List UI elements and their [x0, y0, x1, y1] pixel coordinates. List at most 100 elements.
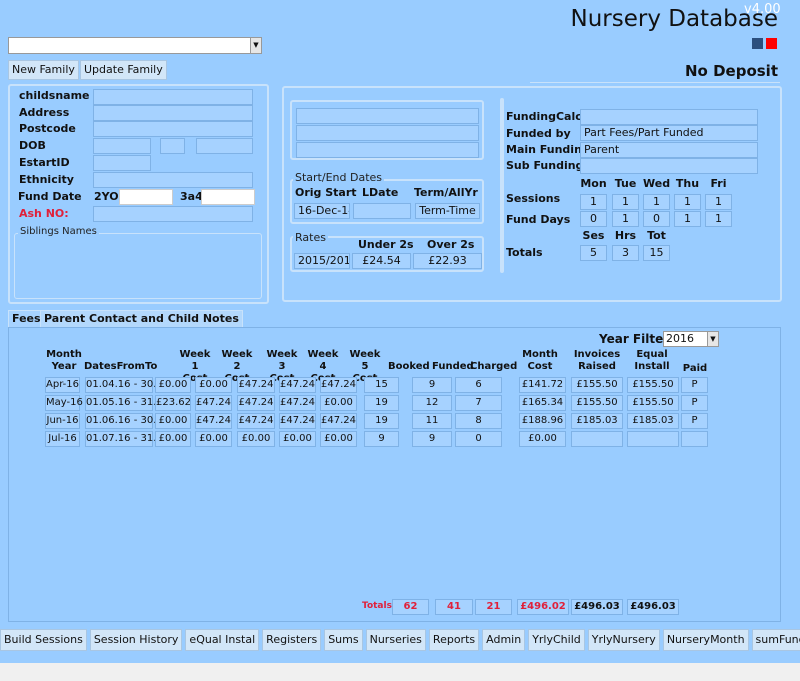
totals-hrs[interactable]: 3 — [612, 245, 639, 261]
fund-days-tue[interactable]: 1 — [612, 211, 639, 227]
table-cell[interactable]: £185.03 — [571, 413, 623, 429]
table-cell[interactable]: £155.50 — [571, 395, 623, 411]
column-header-line: Week 2 — [221, 349, 253, 372]
nav-button-sums[interactable]: Sums — [324, 629, 363, 651]
table-cell: £47.24 — [279, 377, 316, 393]
under2-rate-field[interactable]: £24.54 — [352, 253, 411, 269]
header-divider — [530, 82, 780, 83]
column-header-line: Cost — [527, 361, 553, 372]
funding-calc-field[interactable] — [580, 109, 758, 125]
sessions-wed[interactable]: 1 — [643, 194, 670, 210]
address-field[interactable] — [93, 105, 253, 121]
dob-field-2[interactable] — [160, 138, 185, 154]
ldate-field[interactable] — [353, 203, 411, 219]
table-cell[interactable]: P — [681, 395, 708, 411]
fund-days-wed[interactable]: 0 — [643, 211, 670, 227]
table-cell: £165.34 — [519, 395, 566, 411]
3a4-fund-date-field[interactable] — [201, 189, 255, 205]
table-cell[interactable] — [571, 431, 623, 447]
contact-field-1[interactable] — [296, 108, 479, 124]
column-header-line: Funded — [432, 361, 474, 372]
table-cell: 15 — [364, 377, 399, 393]
2yo-fund-date-field[interactable] — [119, 189, 173, 205]
column-header-line: Invoices — [573, 349, 621, 360]
deposit-status: No Deposit — [685, 62, 778, 80]
tab-parent-contact[interactable]: Parent Contact and Child Notes — [40, 310, 243, 328]
term-field[interactable]: Term-Time — [415, 203, 480, 219]
table-cell: £0.00 — [320, 395, 357, 411]
total-charged: 21 — [475, 599, 512, 615]
funding-calc-label: FundingCalc — [506, 110, 582, 123]
table-cell[interactable]: P — [681, 413, 708, 429]
column-header: Month Year — [40, 349, 88, 373]
table-cell[interactable]: £155.50 — [571, 377, 623, 393]
contact-field-2[interactable] — [296, 125, 479, 141]
fund-days-thu[interactable]: 1 — [674, 211, 701, 227]
table-cell: 6 — [455, 377, 502, 393]
dob-field-3[interactable] — [196, 138, 253, 154]
sub-funding-field[interactable] — [580, 158, 758, 174]
nav-button-nurseries[interactable]: Nurseries — [365, 629, 426, 651]
fund-days-fri[interactable]: 1 — [705, 211, 732, 227]
totals-ses[interactable]: 5 — [580, 245, 607, 261]
totals-header-hrs: Hrs — [614, 229, 637, 242]
nav-button-registers[interactable]: Registers — [262, 629, 322, 651]
year-filter-select[interactable]: 2016 ▼ — [663, 331, 719, 347]
nav-button-nurserymonth[interactable]: NurseryMonth — [662, 629, 749, 651]
total-month-cost: £496.02 — [517, 599, 569, 615]
table-cell: 9 — [412, 377, 452, 393]
table-cell[interactable] — [681, 431, 708, 447]
ash-no-field[interactable] — [93, 206, 253, 222]
nav-button-yrlynursery[interactable]: YrlyNursery — [587, 629, 660, 651]
chevron-down-icon[interactable]: ▼ — [250, 38, 261, 53]
sessions-fri[interactable]: 1 — [705, 194, 732, 210]
nav-button-yrlychild[interactable]: YrlyChild — [528, 629, 585, 651]
table-cell[interactable]: £155.50 — [627, 395, 679, 411]
main-funding-field[interactable]: Parent — [580, 142, 758, 158]
over2-label: Over 2s — [427, 238, 475, 251]
color-swatch-red — [766, 38, 777, 49]
funded-by-label: Funded by — [506, 127, 571, 140]
update-family-button[interactable]: Update Family — [80, 60, 167, 80]
column-header-line: Charged — [470, 361, 518, 372]
over2-rate-field[interactable]: £22.93 — [413, 253, 482, 269]
table-cell: £0.00 — [155, 431, 191, 447]
estartid-field[interactable] — [93, 155, 151, 171]
totals-tot[interactable]: 15 — [643, 245, 670, 261]
orig-start-field[interactable]: 16-Dec-14 — [294, 203, 350, 219]
table-cell[interactable] — [627, 431, 679, 447]
dob-field[interactable] — [93, 138, 151, 154]
table-cell: 19 — [364, 395, 399, 411]
chevron-down-icon[interactable]: ▼ — [707, 332, 718, 346]
childsname-field[interactable] — [93, 89, 253, 105]
table-cell: 01.06.16 - 30.06.16 — [85, 413, 185, 429]
fund-days-mon[interactable]: 0 — [580, 211, 607, 227]
table-cell[interactable]: £185.03 — [627, 413, 679, 429]
sessions-tue[interactable]: 1 — [612, 194, 639, 210]
ethnicity-field[interactable] — [93, 172, 253, 188]
new-family-button[interactable]: New Family — [8, 60, 79, 80]
siblings-list[interactable] — [16, 237, 260, 297]
table-cell: Apr-16 — [45, 377, 80, 393]
nav-button-admin[interactable]: Admin — [482, 629, 526, 651]
table-cell[interactable]: P — [681, 377, 708, 393]
table-cell[interactable]: £155.50 — [627, 377, 679, 393]
nav-button-build-sessions[interactable]: Build Sessions — [0, 629, 87, 651]
column-header-line: Paid — [682, 363, 708, 374]
table-cell: £0.00 — [195, 431, 232, 447]
total-funded: 41 — [435, 599, 473, 615]
family-select[interactable]: ▼ — [8, 37, 262, 54]
term-label: Term/AllYr — [414, 186, 478, 199]
funded-by-field[interactable]: Part Fees/Part Funded — [580, 125, 758, 141]
rates-year-field[interactable]: 2015/2016 — [294, 253, 350, 269]
nav-button-sumfund[interactable]: sumFund — [751, 629, 800, 651]
bottom-nav: Build Sessions Session History eQual Insta… — [0, 629, 800, 651]
sessions-thu[interactable]: 1 — [674, 194, 701, 210]
contact-field-3[interactable] — [296, 142, 479, 158]
postcode-field[interactable] — [93, 121, 253, 137]
sessions-mon[interactable]: 1 — [580, 194, 607, 210]
nav-button-equal-instal[interactable]: eQual Instal — [185, 629, 260, 651]
nav-button-reports[interactable]: Reports — [428, 629, 480, 651]
table-cell: £0.00 — [155, 377, 191, 393]
nav-button-session-history[interactable]: Session History — [89, 629, 183, 651]
